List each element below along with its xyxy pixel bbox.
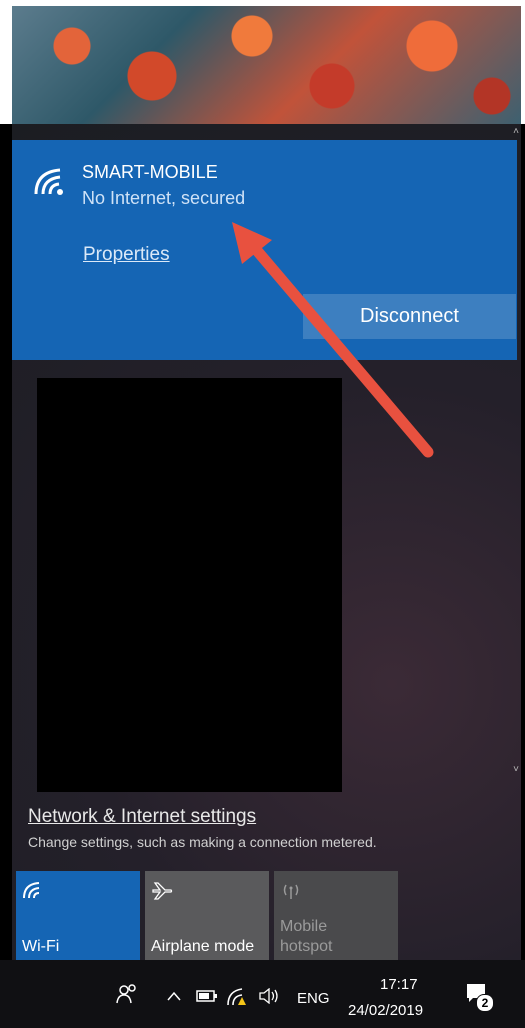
network-flyout: SMART-MOBILE No Internet, secured Proper… (12, 124, 521, 963)
wifi-warning-icon[interactable] (226, 986, 248, 1006)
connected-network-card[interactable]: SMART-MOBILE No Internet, secured Proper… (12, 140, 517, 360)
volume-icon[interactable] (258, 988, 280, 1004)
network-settings-link[interactable]: Network & Internet settings (28, 806, 256, 828)
clock-time[interactable]: 17:17 (380, 976, 418, 993)
quick-action-mobile-hotspot[interactable]: Mobile hotspot (274, 871, 398, 963)
quick-action-label: Mobile hotspot (280, 918, 333, 955)
battery-icon[interactable] (196, 990, 218, 1002)
clock-date[interactable]: 24/02/2019 (348, 1002, 423, 1019)
network-status: No Internet, secured (82, 188, 246, 208)
network-settings-description: Change settings, such as making a connec… (28, 834, 377, 850)
action-center-button[interactable]: 2 (465, 982, 494, 1012)
quick-action-label: Airplane mode (151, 938, 255, 955)
desktop-wallpaper (0, 0, 525, 124)
wifi-icon (23, 882, 40, 899)
taskbar: ENG 17:17 24/02/2019 2 (0, 960, 525, 1028)
disconnect-button[interactable]: Disconnect (303, 294, 516, 339)
scroll-down-arrow-icon[interactable]: ˅ (513, 764, 519, 775)
airplane-icon (152, 882, 173, 900)
chevron-up-icon[interactable] (166, 990, 182, 1002)
redacted-network-list (37, 378, 342, 792)
quick-action-wifi[interactable]: Wi-Fi (16, 871, 140, 963)
properties-link[interactable]: Properties (83, 244, 170, 266)
language-indicator[interactable]: ENG (297, 990, 330, 1007)
hotspot-icon (283, 884, 299, 899)
network-ssid: SMART-MOBILE (82, 162, 218, 182)
scroll-up-arrow-icon[interactable]: ˄ (513, 126, 519, 137)
quick-action-label: Wi-Fi (22, 938, 60, 955)
wifi-signal-icon (34, 168, 63, 195)
notification-count-badge: 2 (476, 994, 494, 1012)
people-icon[interactable] (116, 984, 138, 1004)
quick-action-airplane-mode[interactable]: Airplane mode (145, 871, 269, 963)
